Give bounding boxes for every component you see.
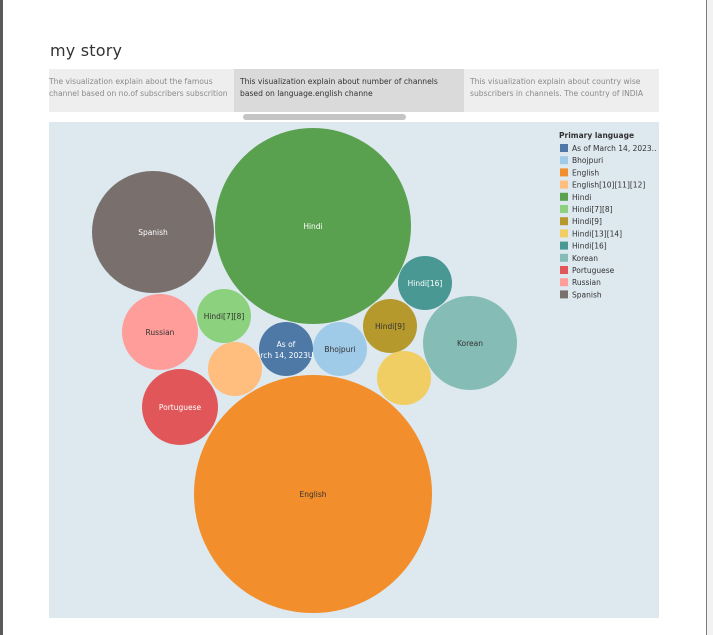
bubble-english[interactable]: English	[194, 375, 432, 613]
story-point-3-caption: This visualization explain about country…	[470, 77, 644, 98]
bubble-label-bhojpuri: Bhojpuri	[324, 345, 355, 354]
legend-swatch-korean	[560, 253, 568, 262]
legend-label-hindi-13-14: Hindi[13][14]	[572, 229, 622, 238]
bubble-label-hindi-16: Hindi[16]	[408, 279, 443, 288]
bubble-spanish[interactable]: Spanish	[92, 171, 214, 293]
legend-swatch-english-10-11-12	[560, 180, 568, 189]
legend-label-hindi-9: Hindi[9]	[572, 217, 602, 226]
legend-item-hindi-13-14[interactable]: Hindi[13][14]	[560, 229, 622, 238]
bubble-label-korean: Korean	[457, 339, 483, 348]
legend: Primary language As of March 14, 2023.. B…	[559, 131, 656, 299]
legend-swatch-as-of-march-14-2023utc	[560, 144, 568, 152]
bubble-hindi-9[interactable]: Hindi[9]	[363, 299, 417, 353]
bubble-hindi[interactable]: Hindi	[215, 128, 411, 324]
bubble-chart-area: As of March 14, 2023UTC Bhojpuri English Hin…	[49, 122, 659, 618]
bubble-label-hindi: Hindi	[303, 222, 322, 231]
story-navigator-scrollbar[interactable]	[243, 114, 406, 120]
bubbles-group: As of March 14, 2023UTCBhojpuriEnglishHin…	[92, 128, 517, 613]
legend-item-english-10-11-12[interactable]: English[10][11][12]	[560, 180, 645, 190]
story-title: my story	[50, 41, 123, 60]
legend-swatch-english	[560, 168, 568, 177]
legend-swatch-hindi-9	[560, 217, 568, 226]
bubble-hindi-13-14[interactable]	[377, 351, 431, 405]
bubble-hindi-16[interactable]: Hindi[16]	[398, 256, 452, 310]
legend-label-spanish: Spanish	[572, 290, 602, 299]
bubble-korean[interactable]: Korean	[423, 296, 517, 390]
legend-label-english: English	[572, 168, 599, 177]
legend-swatch-hindi-7-8	[560, 205, 568, 213]
legend-label-english-10-11-12: English[10][11][12]	[572, 181, 645, 190]
bubble-label-spanish: Spanish	[138, 228, 168, 237]
window-left-border	[0, 0, 3, 635]
legend-swatch-spanish	[560, 290, 568, 299]
story-point-1-caption: The visualization explain about the famo…	[49, 77, 228, 98]
story-point-3[interactable]: This visualization explain about country…	[470, 69, 659, 112]
bubble-portuguese[interactable]: Portuguese	[142, 369, 218, 445]
legend-label-hindi: Hindi	[572, 193, 591, 202]
legend-label-portuguese: Portuguese	[572, 266, 615, 275]
bubble-label-hindi-9: Hindi[9]	[375, 322, 405, 331]
legend-item-korean[interactable]: Korean	[560, 253, 598, 263]
bubble-russian[interactable]: Russian	[122, 294, 198, 370]
legend-label-hindi-16: Hindi[16]	[572, 242, 607, 251]
legend-item-hindi[interactable]: Hindi	[560, 192, 591, 202]
story-point-2-caption: This visualization explain about number …	[240, 77, 438, 98]
bubble-hindi-7-8[interactable]: Hindi[7][8]	[197, 289, 251, 343]
bubble-label-english: English	[299, 490, 326, 499]
legend-label-korean: Korean	[572, 254, 598, 263]
legend-item-hindi-9[interactable]: Hindi[9]	[560, 217, 602, 226]
legend-item-bhojpuri[interactable]: Bhojpuri	[560, 156, 603, 165]
legend-item-hindi-16[interactable]: Hindi[16]	[560, 241, 607, 251]
legend-label-bhojpuri: Bhojpuri	[572, 156, 603, 165]
legend-label-hindi-7-8: Hindi[7][8]	[572, 205, 613, 214]
story-navigator: The visualization explain about the famo…	[49, 69, 659, 112]
bubble-label-portuguese: Portuguese	[159, 403, 202, 412]
bubble-label-russian: Russian	[146, 328, 175, 337]
legend-swatch-russian	[560, 278, 568, 287]
legend-item-russian[interactable]: Russian	[560, 278, 601, 287]
legend-swatch-hindi	[560, 192, 568, 201]
bubble-bhojpuri[interactable]: Bhojpuri	[313, 322, 367, 376]
legend-item-portuguese[interactable]: Portuguese	[560, 266, 615, 275]
legend-item-hindi-7-8[interactable]: Hindi[7][8]	[560, 205, 613, 214]
legend-swatch-hindi-16	[560, 241, 568, 250]
legend-swatch-portuguese	[560, 266, 568, 274]
legend-item-spanish[interactable]: Spanish	[560, 290, 602, 299]
window-right-gutter	[707, 0, 713, 635]
story-point-2[interactable]: This visualization explain about number …	[234, 69, 464, 112]
legend-swatch-bhojpuri	[560, 156, 568, 165]
bubble-circle-hindi-13-14[interactable]	[377, 351, 431, 405]
legend-title: Primary language	[559, 131, 634, 140]
legend-item-english[interactable]: English	[560, 168, 599, 177]
legend-label-as-of-march-14-2023utc: As of March 14, 2023..	[572, 144, 656, 153]
legend-label-russian: Russian	[572, 278, 601, 287]
bubble-chart: As of March 14, 2023UTCBhojpuriEnglishHin…	[92, 128, 656, 613]
bubble-english-10-11-12[interactable]	[208, 342, 262, 396]
bubble-label-hindi-7-8: Hindi[7][8]	[204, 312, 245, 321]
legend-swatch-hindi-13-14	[560, 229, 568, 238]
story-point-1[interactable]: The visualization explain about the famo…	[49, 69, 234, 112]
bubble-circle-as-of-march-14-2023utc[interactable]	[259, 322, 313, 376]
legend-item-as-of-march-14-2023utc[interactable]: As of March 14, 2023..	[560, 144, 656, 153]
bubble-circle-english-10-11-12[interactable]	[208, 342, 262, 396]
